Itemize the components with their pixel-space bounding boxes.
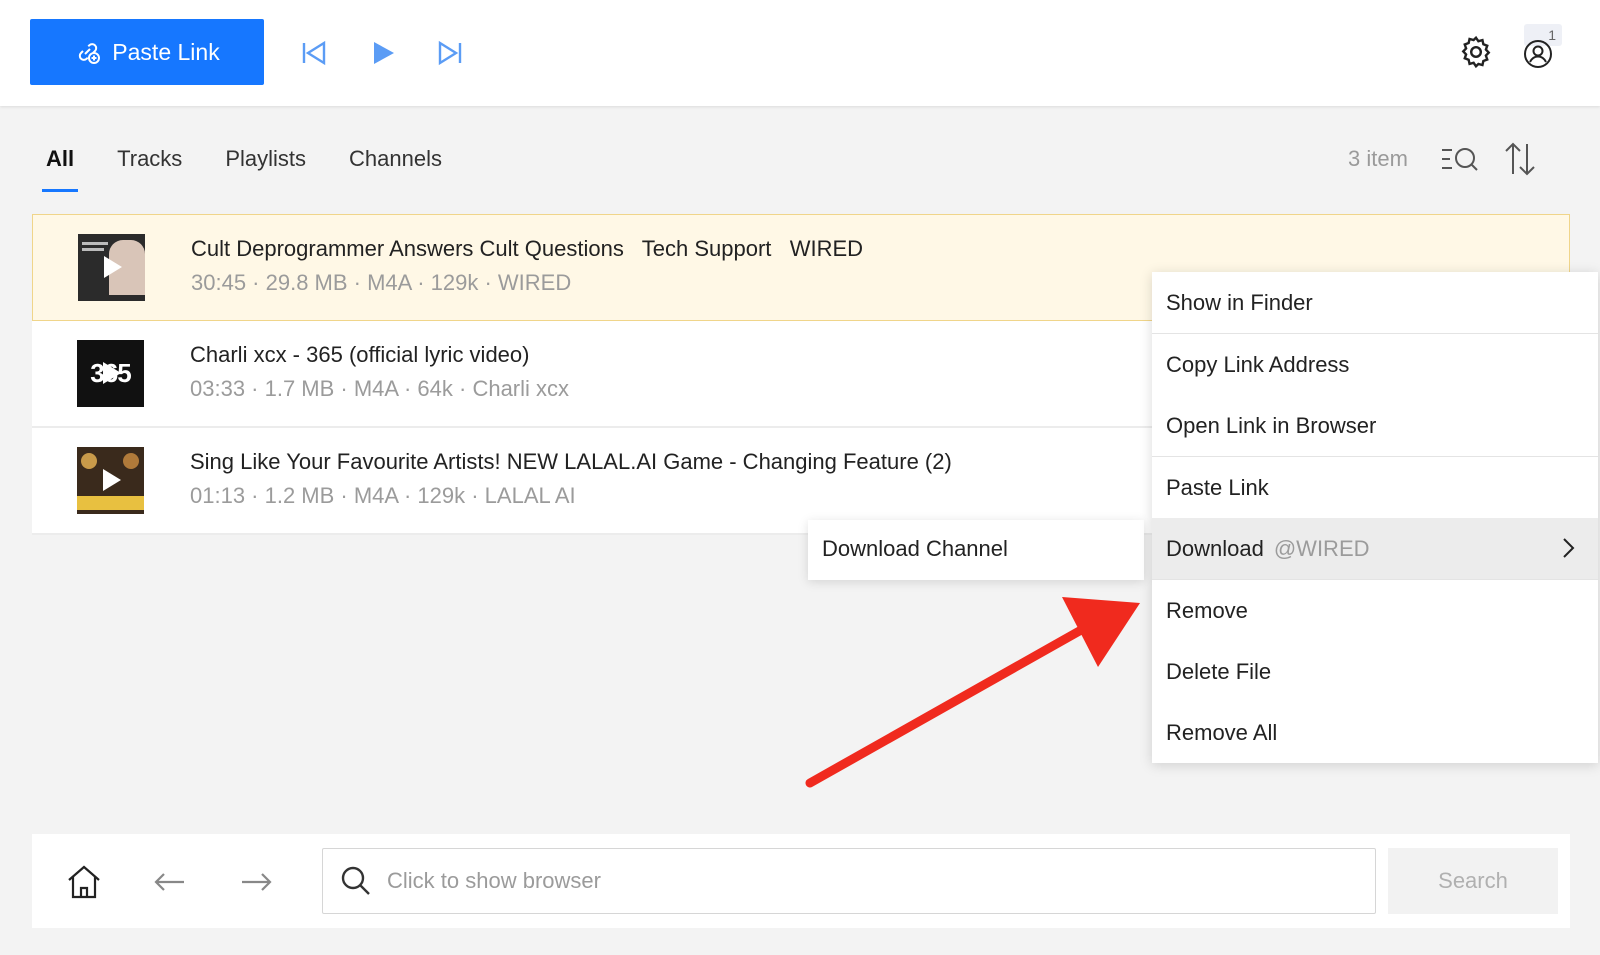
menu-label: Copy Link Address bbox=[1166, 351, 1350, 377]
menu-paste-link[interactable]: Paste Link bbox=[1152, 457, 1598, 518]
item-meta: 01:13 · 1.2 MB · M4A · 129k · LALAL AI bbox=[190, 483, 576, 508]
menu-label: Remove bbox=[1166, 597, 1248, 623]
gear-icon[interactable] bbox=[1458, 34, 1494, 70]
sort-icon[interactable] bbox=[1502, 140, 1538, 178]
search-input[interactable] bbox=[387, 868, 1347, 894]
user-account[interactable]: 1 bbox=[1516, 24, 1568, 76]
skip-forward-button[interactable] bbox=[430, 33, 470, 73]
paste-link-label: Paste Link bbox=[112, 38, 220, 65]
search-button[interactable]: Search bbox=[1388, 848, 1558, 914]
menu-label: Paste Link bbox=[1166, 474, 1269, 500]
top-toolbar: Paste Link 1 bbox=[0, 0, 1600, 106]
video-thumbnail bbox=[78, 234, 145, 301]
play-icon bbox=[374, 42, 394, 64]
skip-forward-icon bbox=[438, 40, 462, 66]
arrow-left-icon[interactable] bbox=[150, 862, 190, 902]
video-thumbnail: 365 bbox=[77, 340, 144, 407]
paste-link-button[interactable]: Paste Link bbox=[30, 19, 264, 85]
menu-remove[interactable]: Remove bbox=[1152, 580, 1598, 641]
menu-delete-file[interactable]: Delete File bbox=[1152, 641, 1598, 702]
context-menu: Show in Finder Copy Link Address Open Li… bbox=[1152, 272, 1598, 763]
menu-copy-link-address[interactable]: Copy Link Address bbox=[1152, 334, 1598, 395]
menu-label: Show in Finder bbox=[1166, 289, 1313, 315]
link-add-icon bbox=[79, 43, 101, 64]
item-meta: 03:33 · 1.7 MB · M4A · 64k · Charli xcx bbox=[190, 376, 570, 401]
tab-channels[interactable]: Channels bbox=[343, 140, 448, 192]
skip-back-button[interactable] bbox=[294, 33, 334, 73]
home-icon[interactable] bbox=[64, 862, 104, 902]
item-title: Charli xcx - 365 (official lyric video) bbox=[190, 342, 530, 367]
browser-bar: Search bbox=[32, 834, 1570, 928]
item-meta: 30:45 · 29.8 MB · M4A · 129k · WIRED bbox=[191, 270, 572, 295]
download-submenu: Download Channel bbox=[808, 520, 1144, 580]
play-button[interactable] bbox=[362, 33, 402, 73]
menu-show-in-finder[interactable]: Show in Finder bbox=[1152, 272, 1598, 333]
item-title: Sing Like Your Favourite Artists! NEW LA… bbox=[190, 449, 952, 474]
search-icon bbox=[341, 866, 370, 895]
browser-search-field[interactable] bbox=[322, 848, 1376, 914]
skip-back-icon bbox=[302, 40, 326, 66]
tab-all[interactable]: All bbox=[40, 140, 80, 192]
category-tabs: All Tracks Playlists Channels bbox=[40, 140, 479, 194]
annotation-arrow-icon bbox=[805, 597, 1140, 788]
filter-search-icon[interactable] bbox=[1440, 142, 1480, 178]
arrow-right-icon[interactable] bbox=[236, 862, 276, 902]
chevron-right-icon bbox=[1563, 538, 1575, 558]
tab-tracks[interactable]: Tracks bbox=[111, 140, 188, 192]
video-thumbnail bbox=[77, 447, 144, 514]
channel-handle: @WIRED bbox=[1273, 535, 1370, 561]
menu-label: Remove All bbox=[1166, 719, 1278, 745]
tab-playlists[interactable]: Playlists bbox=[219, 140, 312, 192]
menu-label: Delete File bbox=[1166, 658, 1272, 684]
user-icon bbox=[1524, 40, 1552, 68]
item-count: 3 item bbox=[1348, 146, 1408, 171]
menu-download[interactable]: Download @WIRED bbox=[1152, 518, 1598, 579]
download-channel-item[interactable]: Download Channel bbox=[808, 520, 1144, 578]
menu-remove-all[interactable]: Remove All bbox=[1152, 702, 1598, 763]
menu-open-link-in-browser[interactable]: Open Link in Browser bbox=[1152, 395, 1598, 456]
item-title: Cult Deprogrammer Answers Cult Questions… bbox=[191, 236, 864, 261]
menu-label: Open Link in Browser bbox=[1166, 412, 1377, 438]
menu-label: Download bbox=[1166, 535, 1264, 561]
